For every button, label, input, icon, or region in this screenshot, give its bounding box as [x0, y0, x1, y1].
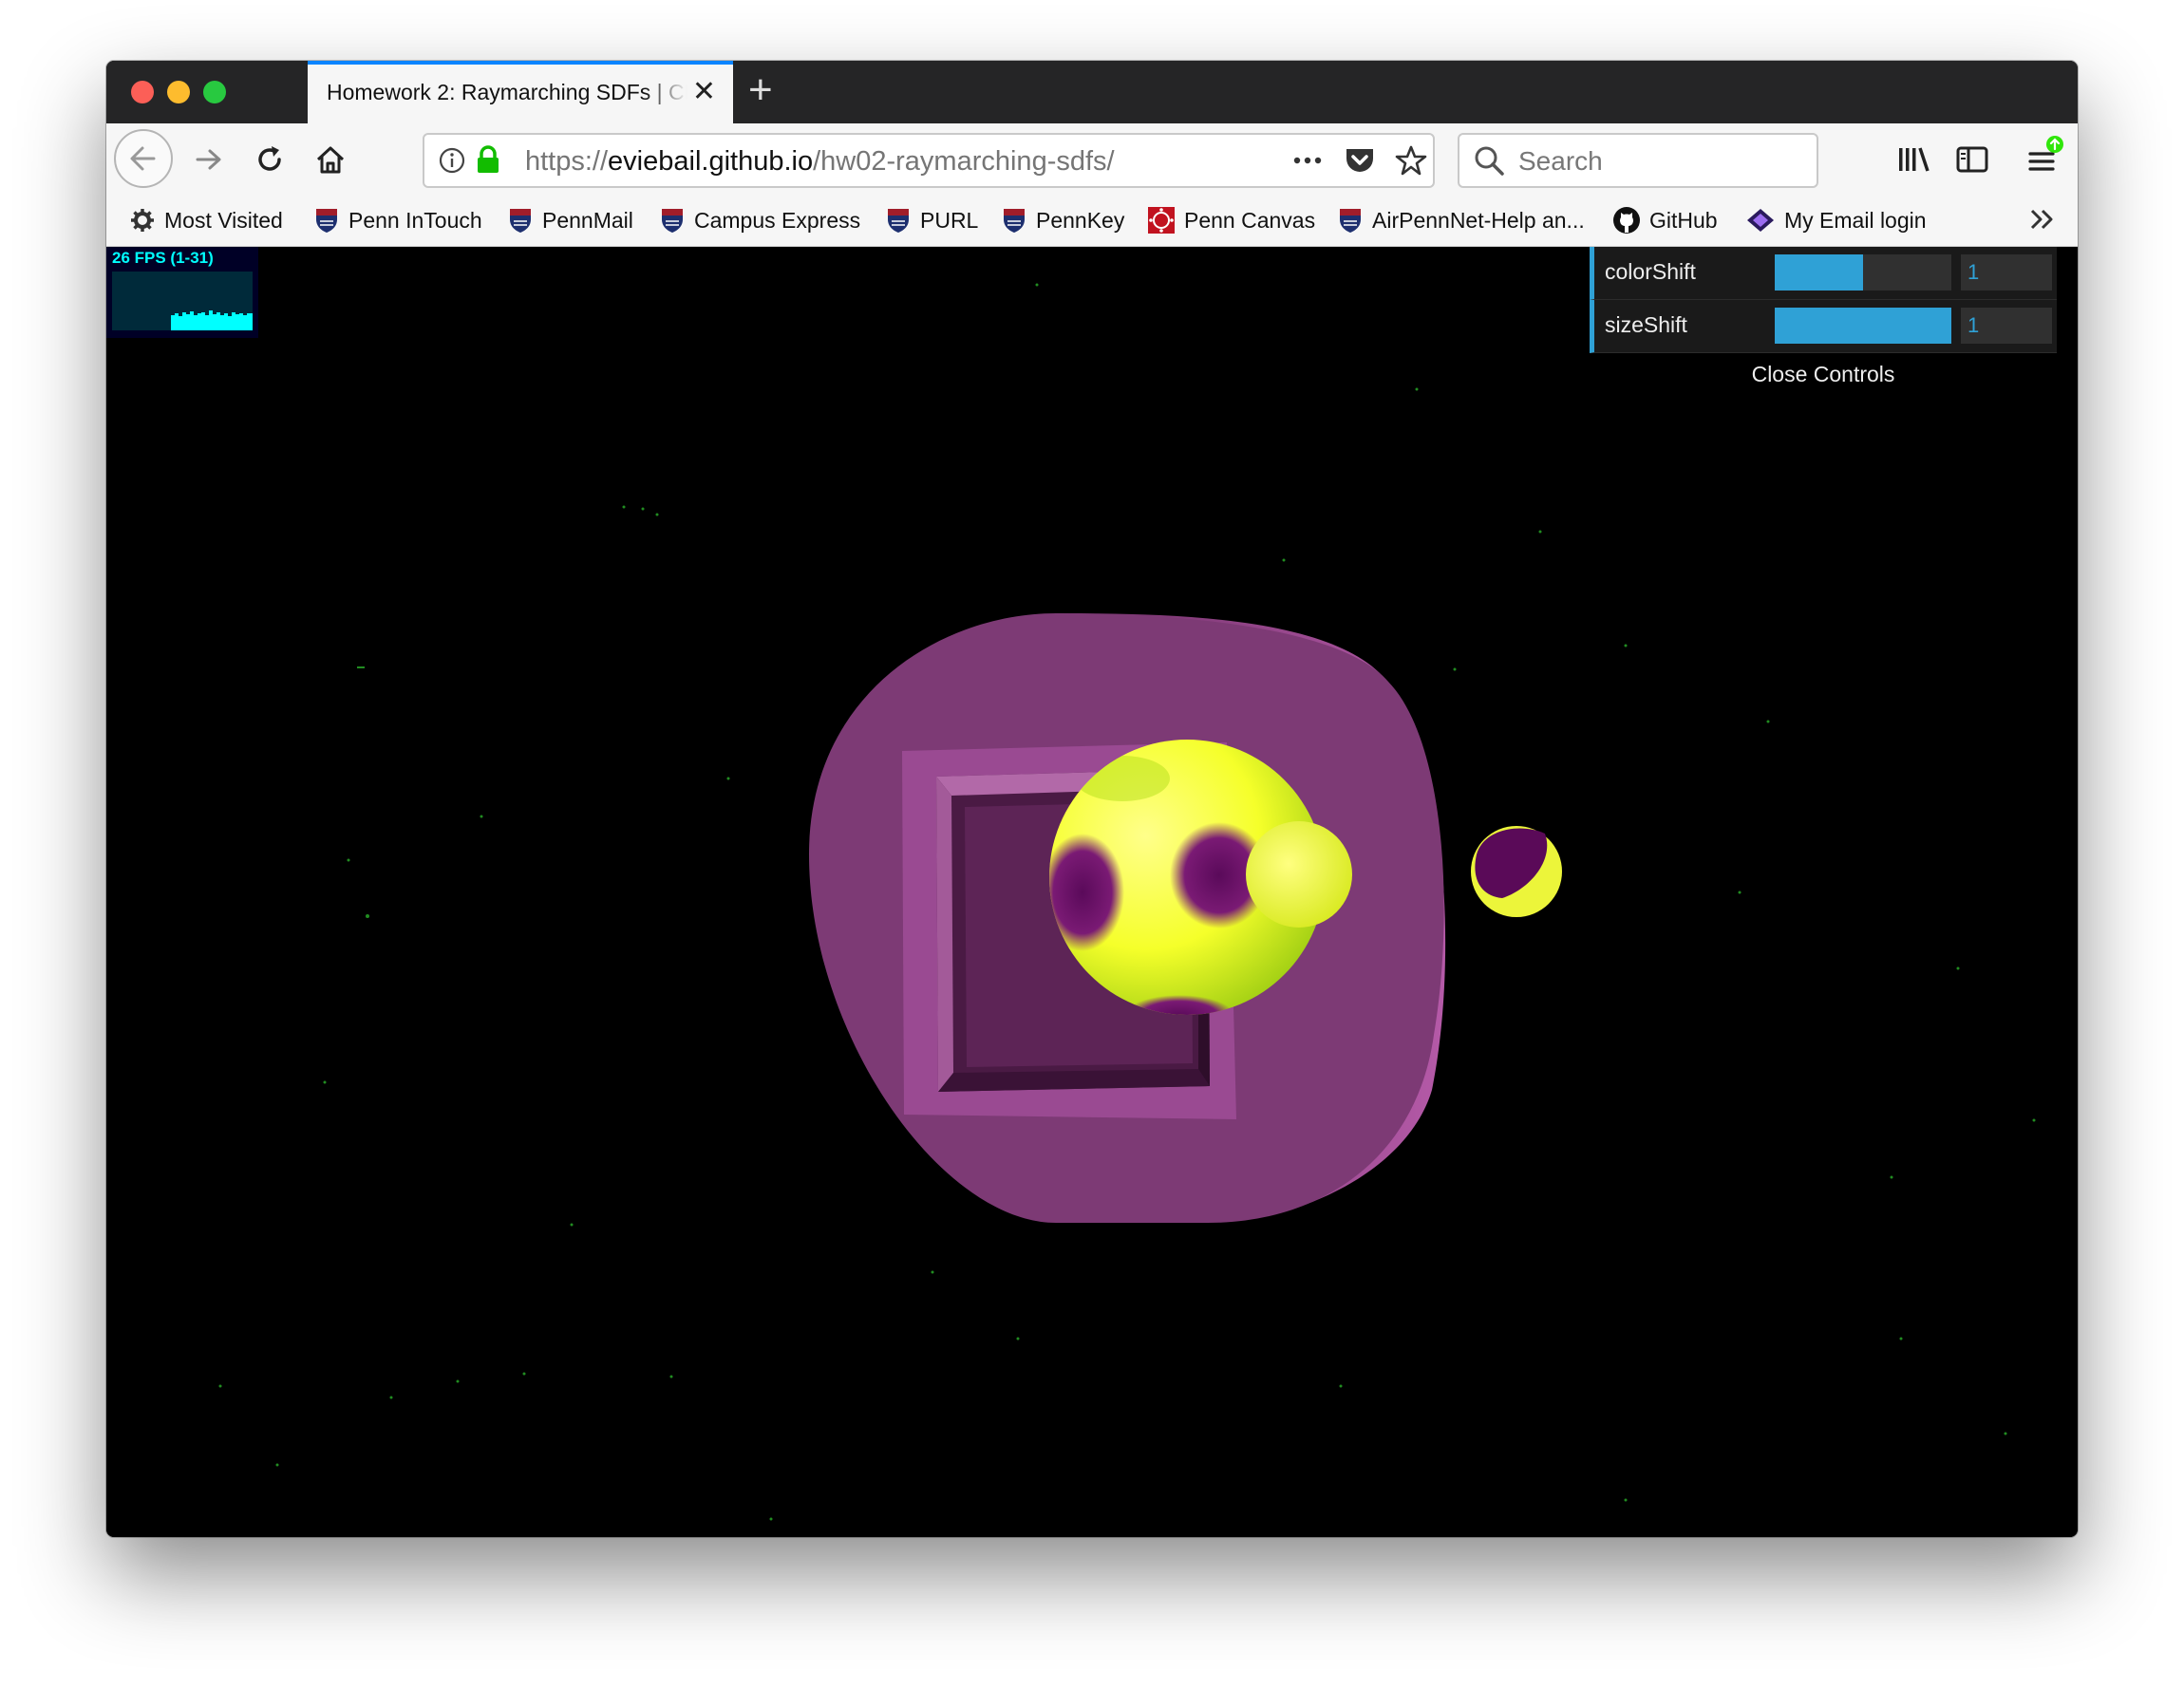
bookmark-label: PennMail	[542, 207, 633, 233]
raymarched-scene	[218, 283, 2036, 1521]
github-icon	[1613, 207, 1640, 234]
tab-close-icon[interactable]: ✕	[692, 76, 716, 108]
dat-gui-panel: colorShift 1 sizeShift 1 Close Controls	[1590, 247, 2057, 395]
search-bar[interactable]: Search	[1458, 133, 1818, 188]
small-sphere	[1246, 821, 1352, 928]
new-tab-icon[interactable]: +	[748, 66, 773, 114]
penn-shield-icon	[1004, 209, 1025, 233]
colorshift-slider[interactable]	[1775, 254, 1951, 291]
penn-shield-icon	[510, 209, 531, 233]
penn-shield-icon	[888, 209, 909, 233]
penn-shield-icon	[1340, 209, 1361, 233]
bookmark-purl[interactable]: PURL	[885, 204, 978, 236]
sizeshift-slider[interactable]	[1775, 308, 1951, 344]
control-row-sizeshift: sizeShift 1	[1590, 300, 2057, 353]
lock-icon[interactable]	[476, 145, 500, 174]
tab-title: Homework 2: Raymarching SDFs | CIS 566	[327, 80, 687, 104]
fps-graph-bars	[171, 310, 253, 330]
library-icon[interactable]	[1895, 142, 1933, 177]
browser-window: Homework 2: Raymarching SDFs | CIS 566 ✕…	[106, 61, 2078, 1537]
bookmark-penn-intouch[interactable]: Penn InTouch	[313, 204, 482, 236]
chevron-overflow-icon[interactable]	[2026, 203, 2059, 235]
bookmark-label: PURL	[920, 207, 979, 233]
fps-stats-panel[interactable]: 26 FPS (1-31)	[106, 247, 258, 338]
bookmark-pennkey[interactable]: PennKey	[1001, 204, 1124, 236]
bookmarks-toolbar: Most Visited Penn InTouch PennMail Campu…	[106, 196, 2078, 247]
bookmark-label: Campus Express	[694, 207, 861, 233]
bookmark-airpennnet[interactable]: AirPennNet-Help an...	[1337, 204, 1585, 236]
bookmark-label: Penn Canvas	[1184, 207, 1316, 233]
search-icon	[1475, 146, 1504, 176]
close-controls-button[interactable]: Close Controls	[1590, 353, 2057, 395]
diamond-icon	[1747, 209, 1774, 232]
reload-icon[interactable]	[253, 142, 287, 177]
back-button[interactable]	[114, 129, 173, 188]
sidebar-icon[interactable]	[1954, 142, 1990, 177]
window-minimize-button[interactable]	[167, 81, 190, 103]
forward-arrow-icon[interactable]	[192, 142, 226, 177]
sizeshift-slider-fill	[1775, 308, 1951, 344]
fps-graph	[112, 272, 253, 330]
bookmark-label: PennKey	[1036, 207, 1125, 233]
distant-sphere	[1471, 826, 1562, 917]
sizeshift-value-input[interactable]: 1	[1961, 308, 2052, 344]
fps-readout: 26 FPS (1-31)	[112, 249, 214, 267]
bookmark-label: GitHub	[1649, 207, 1718, 233]
tab-strip: Homework 2: Raymarching SDFs | CIS 566 ✕…	[106, 61, 2078, 123]
bookmark-most-visited[interactable]: Most Visited	[129, 204, 283, 236]
hamburger-menu-icon[interactable]	[2026, 133, 2066, 178]
nav-toolbar: https://eviebail.github.io/hw02-raymarch…	[106, 123, 2078, 196]
bookmark-github[interactable]: GitHub	[1612, 204, 1718, 236]
colorshift-label: colorShift	[1605, 259, 1696, 284]
bookmark-my-email-login[interactable]: My Email login	[1745, 204, 1927, 236]
bookmark-label: My Email login	[1784, 207, 1927, 233]
colorshift-value-input[interactable]: 1	[1961, 254, 2052, 291]
search-placeholder: Search	[1518, 146, 1603, 176]
bookmark-penn-canvas[interactable]: Penn Canvas	[1147, 204, 1315, 236]
pocket-icon[interactable]	[1344, 145, 1376, 176]
colorshift-slider-fill	[1775, 254, 1863, 291]
info-icon[interactable]	[438, 146, 466, 175]
control-row-colorshift: colorShift 1	[1590, 247, 2057, 300]
home-icon[interactable]	[313, 142, 348, 177]
sizeshift-label: sizeShift	[1605, 312, 1687, 337]
window-maximize-button[interactable]	[203, 81, 226, 103]
url-bar[interactable]: https://eviebail.github.io/hw02-raymarch…	[423, 133, 1435, 188]
star-icon[interactable]	[1395, 144, 1427, 177]
bookmark-label: Most Visited	[164, 207, 283, 233]
more-icon[interactable]	[1290, 146, 1325, 175]
back-arrow-icon	[130, 146, 156, 171]
bookmark-label: Penn InTouch	[348, 207, 482, 233]
penn-shield-icon	[662, 209, 683, 233]
tab-active[interactable]: Homework 2: Raymarching SDFs | CIS 566 ✕	[308, 61, 733, 123]
gear-icon	[131, 209, 154, 232]
bookmark-label: AirPennNet-Help an...	[1372, 207, 1585, 233]
canvas-icon	[1148, 207, 1175, 234]
penn-shield-icon	[316, 209, 337, 233]
window-close-button[interactable]	[131, 81, 154, 103]
bookmark-pennmail[interactable]: PennMail	[507, 204, 633, 236]
url-text: https://eviebail.github.io/hw02-raymarch…	[525, 146, 1115, 177]
webgl-canvas[interactable]: 26 FPS (1-31) colorShift 1 sizeShift 1 C…	[106, 247, 2078, 1537]
bookmark-campus-express[interactable]: Campus Express	[659, 204, 860, 236]
